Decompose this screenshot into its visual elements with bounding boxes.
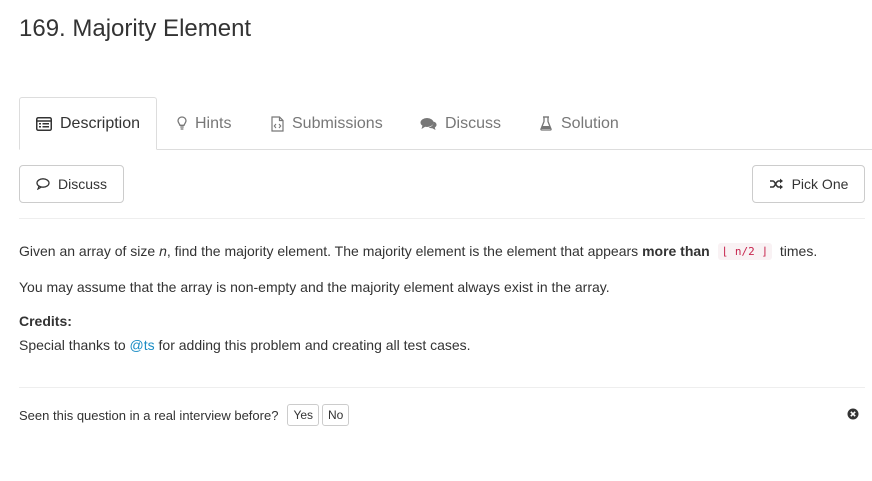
code-file-icon	[270, 115, 284, 132]
tab-solution[interactable]: Solution	[539, 97, 619, 150]
tab-label: Discuss	[445, 114, 502, 132]
text-fragment: for adding this problem and creating all…	[154, 337, 471, 353]
tab-bar: Description Hints Submissions Discuss So…	[19, 97, 872, 150]
tab-submissions[interactable]: Submissions	[270, 97, 383, 150]
description-paragraph-2: You may assume that the array is non-emp…	[19, 279, 610, 295]
lightbulb-icon	[177, 116, 187, 132]
interview-feedback: Seen this question in a real interview b…	[19, 404, 350, 426]
discuss-button-label: Discuss	[57, 176, 107, 192]
tab-label: Hints	[195, 114, 232, 132]
tab-description[interactable]: Description	[19, 97, 157, 150]
divider	[19, 387, 865, 388]
tab-label: Solution	[561, 114, 619, 132]
emphasis-text: more than	[642, 243, 710, 259]
pick-one-button[interactable]: Pick One	[752, 165, 865, 203]
feedback-question: Seen this question in a real interview b…	[19, 407, 279, 423]
no-button[interactable]: No	[322, 404, 350, 426]
text-fragment: Given an array of size	[19, 243, 160, 259]
text-fragment: times.	[776, 243, 818, 259]
shuffle-icon	[769, 178, 784, 190]
tab-label: Description	[60, 114, 141, 132]
discuss-button[interactable]: Discuss	[19, 165, 124, 203]
tab-hints[interactable]: Hints	[177, 97, 231, 150]
description-paragraph-1: Given an array of size n, find the major…	[19, 243, 817, 260]
yes-button[interactable]: Yes	[287, 404, 320, 426]
tab-discuss[interactable]: Discuss	[420, 97, 501, 150]
author-link[interactable]: @ts	[130, 337, 155, 353]
comments-icon	[420, 116, 437, 132]
flask-icon	[539, 116, 553, 132]
list-alt-icon	[36, 116, 52, 132]
text-fragment: Special thanks to	[19, 337, 130, 353]
credits-label: Credits:	[19, 313, 72, 329]
variable-n: n	[159, 243, 167, 259]
divider	[19, 218, 865, 219]
text-fragment: , find the majority element. The majorit…	[166, 243, 643, 259]
credits-heading: Credits:	[19, 313, 72, 329]
tab-label: Submissions	[292, 114, 383, 132]
pick-one-button-label: Pick One	[791, 176, 849, 192]
close-icon[interactable]	[847, 407, 859, 420]
credits-paragraph: Special thanks to @ts for adding this pr…	[19, 337, 471, 353]
comment-icon	[36, 178, 50, 190]
inline-code: ⌊ n/2 ⌋	[717, 243, 772, 260]
page-title: 169. Majority Element	[19, 15, 252, 42]
